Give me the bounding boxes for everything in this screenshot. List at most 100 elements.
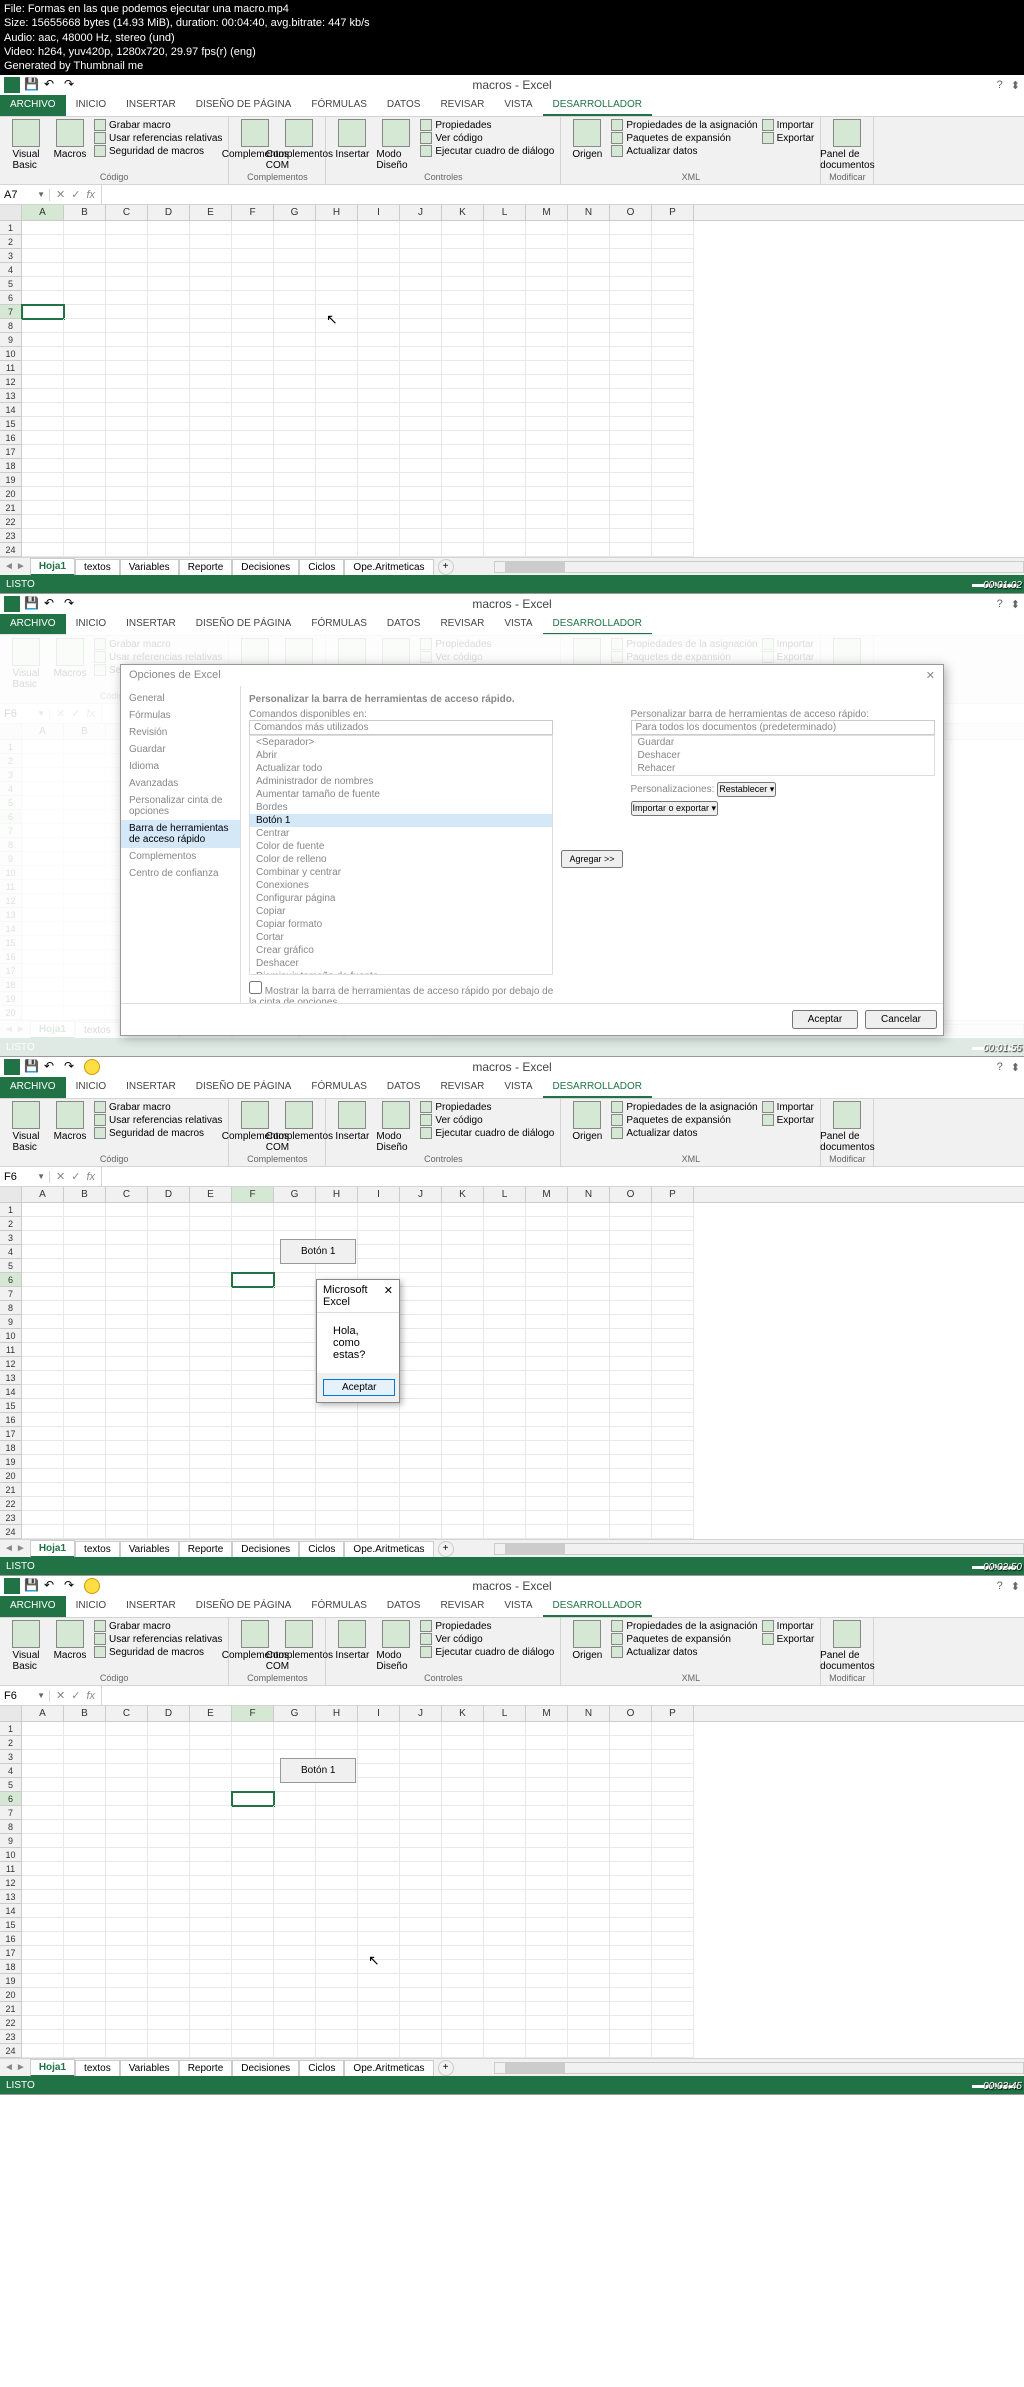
cell-N4[interactable]: [568, 263, 610, 277]
row-header-22[interactable]: 22: [0, 1497, 22, 1511]
cell-A6[interactable]: [22, 291, 64, 305]
row-header-8[interactable]: 8: [0, 319, 22, 333]
options-nav-item[interactable]: Centro de confianza: [121, 865, 240, 882]
cell-F6[interactable]: [232, 1792, 274, 1806]
cell-N22[interactable]: [568, 1497, 610, 1511]
cell-A13[interactable]: [22, 1890, 64, 1904]
cell-M11[interactable]: [526, 361, 568, 375]
cell-P14[interactable]: [652, 1385, 694, 1399]
cell-H16[interactable]: [316, 1413, 358, 1427]
tab-insertar[interactable]: INSERTAR: [116, 95, 186, 116]
cell-H11[interactable]: [316, 1862, 358, 1876]
cell-E5[interactable]: [190, 277, 232, 291]
cell-M19[interactable]: [526, 1455, 568, 1469]
cell-G22[interactable]: [274, 2016, 316, 2030]
cell-H23[interactable]: [316, 2030, 358, 2044]
cell-P12[interactable]: [652, 375, 694, 389]
cell-E18[interactable]: [190, 459, 232, 473]
save-icon[interactable]: 💾: [24, 596, 40, 612]
cell-O3[interactable]: [610, 1231, 652, 1245]
col-header-P[interactable]: P: [652, 1706, 694, 1721]
sheet-tab-variables[interactable]: Variables: [120, 559, 179, 575]
cell-C2[interactable]: [106, 1217, 148, 1231]
cell-H6[interactable]: [316, 1792, 358, 1806]
cell-G2[interactable]: [274, 235, 316, 249]
cell-A4[interactable]: [22, 1764, 64, 1778]
run-dialog[interactable]: Ejecutar cuadro de diálogo: [420, 1646, 554, 1658]
cell-J6[interactable]: [400, 1792, 442, 1806]
cell-D8[interactable]: [148, 1301, 190, 1315]
cell-A18[interactable]: [22, 1960, 64, 1974]
cell-F15[interactable]: [232, 417, 274, 431]
cell-L20[interactable]: [484, 1988, 526, 2002]
row-header-2[interactable]: 2: [0, 1217, 22, 1231]
relative-refs[interactable]: Usar referencias relativas: [94, 1633, 222, 1645]
tab-fórmulas[interactable]: FÓRMULAS: [301, 1596, 377, 1617]
cell-K1[interactable]: [442, 221, 484, 235]
cell-E15[interactable]: [190, 1918, 232, 1932]
cell-D18[interactable]: [148, 1441, 190, 1455]
cell-E8[interactable]: [190, 1820, 232, 1834]
cell-H8[interactable]: [316, 319, 358, 333]
col-header-P[interactable]: P: [652, 205, 694, 220]
cell-E11[interactable]: [190, 1343, 232, 1357]
cell-G23[interactable]: [274, 529, 316, 543]
cell-L13[interactable]: [484, 1890, 526, 1904]
cell-G18[interactable]: [274, 1960, 316, 1974]
cell-A6[interactable]: [22, 1792, 64, 1806]
col-header-C[interactable]: C: [106, 205, 148, 220]
cell-M19[interactable]: [526, 473, 568, 487]
refresh-data[interactable]: Actualizar datos: [611, 1127, 757, 1139]
cell-D3[interactable]: [148, 249, 190, 263]
cell-G14[interactable]: [274, 1385, 316, 1399]
cell-N2[interactable]: [568, 235, 610, 249]
cell-P3[interactable]: [652, 1231, 694, 1245]
cell-E9[interactable]: [190, 1834, 232, 1848]
cell-F18[interactable]: [232, 1441, 274, 1455]
cell-I3[interactable]: [358, 1750, 400, 1764]
cell-J6[interactable]: [400, 291, 442, 305]
cell-I18[interactable]: [358, 1960, 400, 1974]
cell-D2[interactable]: [148, 1217, 190, 1231]
row-header-17[interactable]: 17: [0, 1946, 22, 1960]
tab-desarrollador[interactable]: DESARROLLADOR: [543, 614, 652, 635]
cell-A9[interactable]: [22, 1315, 64, 1329]
cell-J21[interactable]: [400, 501, 442, 515]
cell-F11[interactable]: [232, 361, 274, 375]
cell-I15[interactable]: [358, 417, 400, 431]
cell-A2[interactable]: [22, 235, 64, 249]
cell-O17[interactable]: [610, 445, 652, 459]
row-header-20[interactable]: 20: [0, 1988, 22, 2002]
cell-P19[interactable]: [652, 1974, 694, 1988]
row-header-15[interactable]: 15: [0, 1918, 22, 1932]
cell-N22[interactable]: [568, 515, 610, 529]
cell-I16[interactable]: [358, 1932, 400, 1946]
cell-K7[interactable]: [442, 305, 484, 319]
cell-J24[interactable]: [400, 2044, 442, 2058]
cell-P9[interactable]: [652, 1315, 694, 1329]
cell-P20[interactable]: [652, 487, 694, 501]
cell-N19[interactable]: [568, 473, 610, 487]
cell-M24[interactable]: [526, 2044, 568, 2058]
cell-K5[interactable]: [442, 1778, 484, 1792]
col-header-B[interactable]: B: [64, 205, 106, 220]
cell-M4[interactable]: [526, 1764, 568, 1778]
cell-F8[interactable]: [232, 1820, 274, 1834]
cell-K4[interactable]: [442, 1245, 484, 1259]
close-icon[interactable]: ✕: [384, 1284, 393, 1308]
cell-I12[interactable]: [358, 1876, 400, 1890]
cell-B11[interactable]: [64, 1862, 106, 1876]
cell-K18[interactable]: [442, 459, 484, 473]
cell-A7[interactable]: [22, 1806, 64, 1820]
row-header-19[interactable]: 19: [0, 1455, 22, 1469]
cell-C22[interactable]: [106, 2016, 148, 2030]
cell-K4[interactable]: [442, 1764, 484, 1778]
cell-B6[interactable]: [64, 1792, 106, 1806]
cell-D4[interactable]: [148, 1245, 190, 1259]
cell-D16[interactable]: [148, 1932, 190, 1946]
cell-D13[interactable]: [148, 1890, 190, 1904]
cell-M8[interactable]: [526, 1301, 568, 1315]
cell-E24[interactable]: [190, 1525, 232, 1539]
cell-L11[interactable]: [484, 1343, 526, 1357]
cell-K22[interactable]: [442, 515, 484, 529]
